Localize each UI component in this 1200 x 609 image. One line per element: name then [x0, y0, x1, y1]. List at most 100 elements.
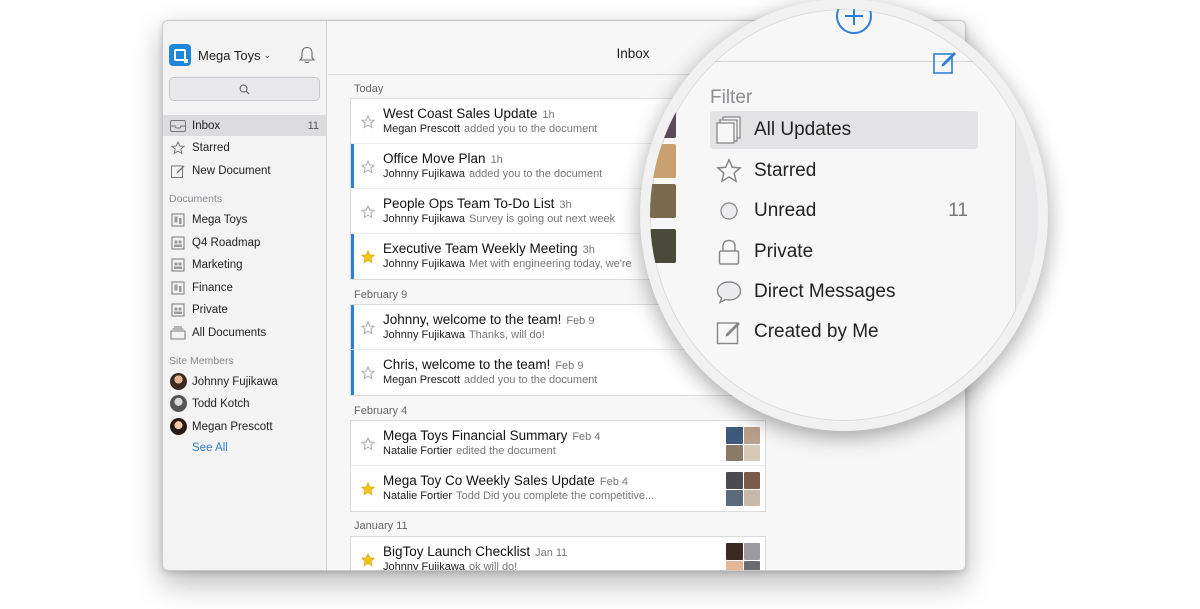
- folder-people-icon: [170, 235, 186, 251]
- filter-item-private[interactable]: Private: [710, 233, 978, 271]
- filter-item-unread[interactable]: Unread 11: [710, 192, 978, 230]
- edit-icon: [170, 163, 186, 179]
- star-icon[interactable]: [361, 205, 375, 219]
- message-subject: Executive Team Weekly Meeting 3h: [383, 241, 595, 256]
- filter-item-starred[interactable]: Starred: [710, 152, 978, 190]
- table-row[interactable]: Mega Toy Co Weekly Sales Update Feb 4 Nat…: [351, 466, 765, 511]
- star-filled-icon[interactable]: [361, 553, 375, 567]
- message-subject: Chris, welcome to the team! Feb 9: [383, 357, 583, 372]
- date-group-header: February 4: [354, 405, 408, 417]
- message-snippet: Johnny Fujikawa ok will do!: [383, 561, 517, 571]
- sidebar-member-megan-prescott[interactable]: Megan Prescott: [163, 416, 327, 437]
- sender-name: Johnny Fujikawa: [383, 213, 465, 225]
- sidebar-item-label: Mega Toys: [192, 213, 248, 226]
- star-icon[interactable]: [361, 366, 375, 380]
- sender-name: Johnny Fujikawa: [383, 168, 465, 180]
- sidebar-member-todd-kotch[interactable]: Todd Kotch: [163, 393, 327, 414]
- star-icon[interactable]: [361, 321, 375, 335]
- subject-text: Mega Toy Co Weekly Sales Update: [383, 473, 595, 488]
- building-icon: [170, 280, 186, 296]
- message-snippet: Megan Prescott added you to the document: [383, 123, 597, 135]
- star-filled-icon[interactable]: [361, 482, 375, 496]
- see-all-members-link[interactable]: See All: [192, 442, 228, 454]
- sidebar-item-finance[interactable]: Finance: [163, 277, 327, 298]
- subject-text: Chris, welcome to the team!: [383, 357, 551, 372]
- sidebar-item-label: Private: [192, 303, 228, 316]
- org-name: Mega Toys: [198, 47, 261, 63]
- search-icon: [239, 84, 250, 95]
- sidebar-item-q4-roadmap[interactable]: Q4 Roadmap: [163, 232, 327, 253]
- message-time: 3h: [582, 244, 595, 256]
- lock-icon: [714, 237, 744, 267]
- chat-bubble-icon: [714, 277, 744, 307]
- star-filled-icon[interactable]: [361, 250, 375, 264]
- message-subject: Mega Toys Financial Summary Feb 4: [383, 428, 600, 443]
- org-switcher[interactable]: Mega Toys ⌄: [169, 44, 271, 66]
- message-time: 1h: [490, 154, 503, 166]
- avatar: [170, 395, 187, 412]
- quip-logo-icon: [169, 44, 191, 66]
- avatar: [170, 418, 187, 435]
- new-document-icon[interactable]: [933, 49, 959, 75]
- snippet-text: Thanks, will do!: [468, 329, 545, 341]
- sidebar-item-private[interactable]: Private: [163, 299, 327, 320]
- message-snippet: Johnny Fujikawa added you to the document: [383, 168, 602, 180]
- participant-avatars: [726, 472, 760, 506]
- message-snippet: Johnny Fujikawa Met with engineering toda…: [383, 258, 632, 270]
- building-icon: [170, 212, 186, 228]
- message-time: Feb 9: [555, 360, 584, 372]
- subject-text: Johnny, welcome to the team!: [383, 312, 562, 327]
- filter-item-label: All Updates: [754, 119, 852, 140]
- filter-item-label: Private: [754, 241, 814, 262]
- bell-icon[interactable]: [297, 45, 317, 65]
- avatar: [170, 373, 187, 390]
- star-icon[interactable]: [361, 115, 375, 129]
- table-row[interactable]: Mega Toys Financial Summary Feb 4 Natalie…: [351, 421, 765, 466]
- edit-icon: [714, 317, 744, 347]
- filter-item-direct-messages[interactable]: Direct Messages: [710, 273, 978, 311]
- member-name: Todd Kotch: [192, 397, 250, 410]
- message-snippet: Johnny Fujikawa Survey is going out next …: [383, 213, 615, 225]
- inbox-count-badge: 11: [307, 119, 319, 132]
- filter-item-label: Created by Me: [754, 321, 879, 342]
- sidebar-member-johnny-fujikawa[interactable]: Johnny Fujikawa: [163, 371, 327, 392]
- subject-text: Office Move Plan: [383, 151, 486, 166]
- snippet-text: added you to the document: [468, 168, 603, 180]
- message-snippet: Johnny Fujikawa Thanks, will do!: [383, 329, 545, 341]
- table-row[interactable]: BigToy Launch Checklist Jan 11 Johnny Fuj…: [351, 537, 765, 571]
- sidebar-item-label: Q4 Roadmap: [192, 236, 261, 249]
- star-icon: [714, 156, 744, 186]
- filter-item-created-by-me[interactable]: Created by Me: [710, 313, 978, 351]
- sender-name: Johnny Fujikawa: [383, 561, 465, 571]
- folder-people-icon: [170, 257, 186, 273]
- sidebar-item-starred[interactable]: Starred: [163, 137, 327, 158]
- documents-icon: [714, 115, 744, 145]
- snippet-text: added you to the document: [464, 123, 598, 135]
- message-group-feb-4: Mega Toys Financial Summary Feb 4 Natalie…: [350, 420, 766, 512]
- sidebar-item-label: Finance: [192, 281, 233, 294]
- right-pane: [1015, 62, 1038, 421]
- message-group-jan-11: BigToy Launch Checklist Jan 11 Johnny Fuj…: [350, 536, 766, 571]
- subject-text: West Coast Sales Update: [383, 106, 538, 121]
- header-divider: [650, 61, 1038, 62]
- member-name: Megan Prescott: [192, 420, 273, 433]
- star-icon[interactable]: [361, 437, 375, 451]
- message-subject: Mega Toy Co Weekly Sales Update Feb 4: [383, 473, 628, 488]
- subject-text: People Ops Team To-Do List: [383, 196, 555, 211]
- chevron-down-icon: ⌄: [263, 49, 272, 60]
- sidebar-item-mega-toys[interactable]: Mega Toys: [163, 209, 327, 230]
- site-members-section-label: Site Members: [169, 355, 234, 367]
- sidebar-item-inbox[interactable]: Inbox 11: [163, 115, 327, 136]
- compose-plus-icon[interactable]: [833, 0, 875, 37]
- subject-text: BigToy Launch Checklist: [383, 544, 531, 559]
- snippet-text: Survey is going out next week: [468, 213, 616, 225]
- search-input[interactable]: [169, 77, 320, 101]
- sidebar-item-label: Inbox: [192, 119, 221, 132]
- sender-name: Johnny Fujikawa: [383, 329, 465, 341]
- sidebar-item-label: All Documents: [192, 326, 267, 339]
- sidebar-item-all-documents[interactable]: All Documents: [163, 322, 327, 343]
- sidebar-item-marketing[interactable]: Marketing: [163, 254, 327, 275]
- filter-item-all-updates[interactable]: All Updates: [710, 111, 978, 149]
- star-icon[interactable]: [361, 160, 375, 174]
- sidebar-item-new-document[interactable]: New Document: [163, 160, 327, 181]
